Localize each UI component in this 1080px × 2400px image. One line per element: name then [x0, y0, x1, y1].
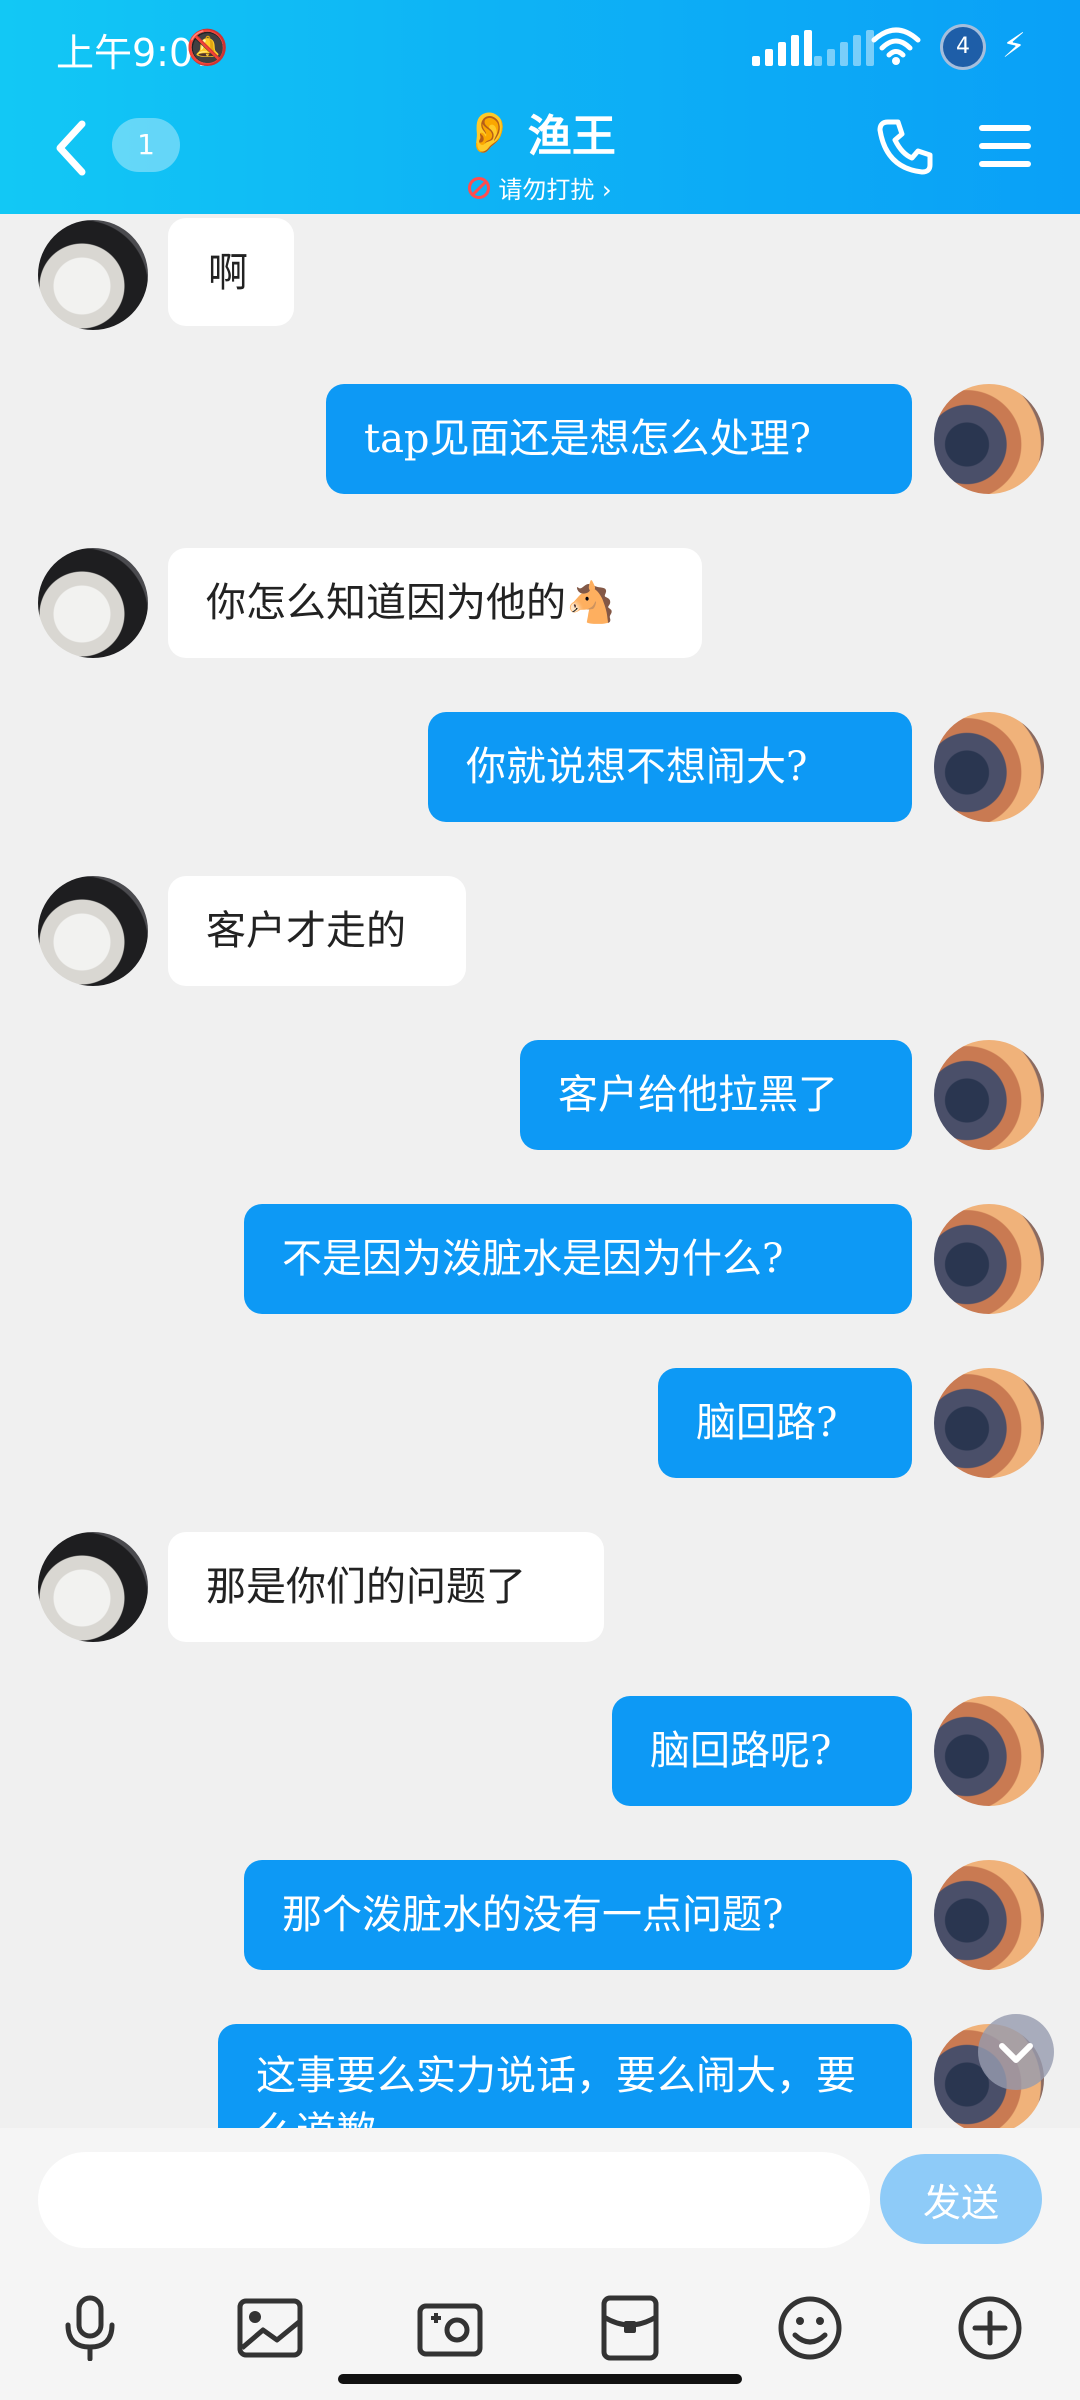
- chevron-down-icon: [999, 2043, 1033, 2063]
- message-bubble[interactable]: 不是因为泼脏水是因为什么?: [244, 1204, 912, 1314]
- ear-icon: 👂: [464, 109, 514, 156]
- red-packet-icon[interactable]: [590, 2288, 670, 2368]
- contact-avatar[interactable]: [38, 220, 148, 330]
- message-bubble[interactable]: 脑回路?: [658, 1368, 912, 1478]
- my-avatar[interactable]: [934, 1204, 1044, 1314]
- plus-icon[interactable]: [950, 2288, 1030, 2368]
- contact-avatar[interactable]: [38, 1532, 148, 1642]
- image-icon[interactable]: [230, 2288, 310, 2368]
- bell-off-icon: 🔕: [186, 28, 229, 68]
- do-not-disturb-icon: [468, 176, 491, 199]
- contact-avatar[interactable]: [38, 876, 148, 986]
- message-bubble[interactable]: 那是你们的问题了: [168, 1532, 604, 1642]
- menu-icon[interactable]: [978, 122, 1032, 170]
- my-avatar[interactable]: [934, 1860, 1044, 1970]
- camera-icon[interactable]: [410, 2288, 490, 2368]
- home-indicator[interactable]: [338, 2374, 742, 2384]
- composer-toolbar: [0, 2288, 1080, 2374]
- microphone-icon[interactable]: [50, 2288, 130, 2368]
- contact-name: 渔王: [527, 111, 616, 162]
- my-avatar[interactable]: [934, 1040, 1044, 1150]
- wifi-icon: [871, 27, 921, 65]
- message-input[interactable]: [38, 2152, 870, 2248]
- contact-avatar[interactable]: [38, 548, 148, 658]
- my-avatar[interactable]: [934, 1696, 1044, 1806]
- message-bubble[interactable]: 那个泼脏水的没有一点问题?: [244, 1860, 912, 1970]
- signal-strength-secondary-icon: [814, 30, 874, 66]
- chat-header: 上午9:07 🔕 4 ⚡ 1 👂 渔王 请勿打扰 ›: [0, 0, 1080, 214]
- message-list[interactable]: 啊 tap见面还是想怎么处理? 你怎么知道因为他的🐴 你就说想不想闹大? 客户才…: [0, 214, 1080, 2128]
- scroll-to-bottom-button[interactable]: [978, 2014, 1054, 2090]
- phone-call-icon[interactable]: [876, 118, 934, 176]
- contact-status: 请勿打扰 ›: [498, 176, 612, 204]
- message-bubble[interactable]: 这事要么实力说话，要么闹大，要么道歉: [218, 2024, 912, 2128]
- message-bubble[interactable]: 啊: [168, 218, 294, 326]
- my-avatar[interactable]: [934, 712, 1044, 822]
- send-button[interactable]: 发送: [880, 2154, 1042, 2244]
- signal-strength-icon: [752, 30, 812, 66]
- message-bubble[interactable]: 脑回路呢?: [612, 1696, 912, 1806]
- battery-indicator: 4: [940, 24, 986, 70]
- message-bubble[interactable]: tap见面还是想怎么处理?: [326, 384, 912, 494]
- message-bubble[interactable]: 客户才走的: [168, 876, 466, 986]
- message-bubble[interactable]: 客户给他拉黑了: [520, 1040, 912, 1150]
- emoji-icon[interactable]: [770, 2288, 850, 2368]
- my-avatar[interactable]: [934, 384, 1044, 494]
- my-avatar[interactable]: [934, 1368, 1044, 1478]
- message-bubble[interactable]: 你怎么知道因为他的🐴: [168, 548, 702, 658]
- charging-icon: ⚡: [1002, 26, 1026, 66]
- message-bubble[interactable]: 你就说想不想闹大?: [428, 712, 912, 822]
- message-composer: 发送: [0, 2128, 1080, 2400]
